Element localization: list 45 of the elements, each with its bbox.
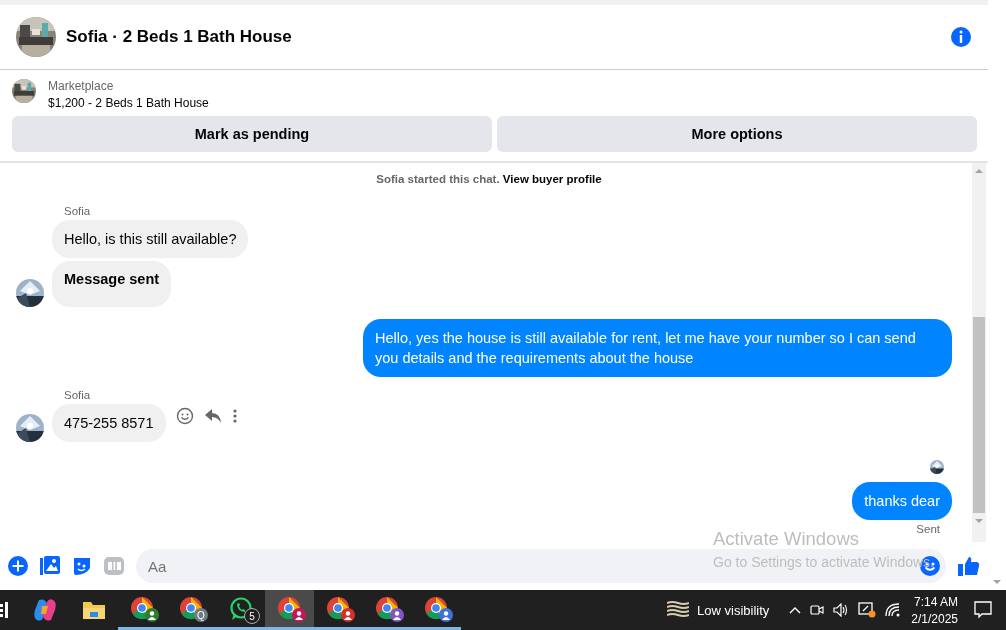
taskbar-app[interactable]: [265, 590, 314, 630]
weather-text[interactable]: Low visibility: [697, 602, 770, 618]
taskbar-app[interactable]: Q: [167, 590, 216, 630]
sticker-icon[interactable]: [72, 556, 92, 576]
chat-bubble-icon[interactable]: [228, 596, 253, 621]
clock-date: 2/1/2025: [911, 611, 958, 626]
chevron-up-icon[interactable]: [789, 606, 802, 614]
message-bubble: Hello, yes the house is still available for rent, let me have your number so I can send you details and the requirements about the house: [363, 319, 952, 377]
buyer-profile-link[interactable]: View buyer profile: [502, 173, 602, 185]
clock[interactable]: 7:14 AM 2/1/2025: [911, 594, 958, 626]
profile-icon: Q: [194, 608, 208, 622]
message-bubble: Message sent: [52, 261, 172, 307]
sender-name: Sofia: [64, 389, 91, 401]
camera-icon[interactable]: [810, 603, 825, 617]
system-message: Sofia started this chat. View buyer profile: [375, 173, 603, 185]
clock-time: 7:14 AM: [913, 594, 958, 609]
sparkle-logo-icon[interactable]: [32, 598, 57, 622]
listing-title[interactable]: $1,200 - 2 Beds 1 Bath House: [48, 96, 209, 110]
chat-title: Sofia · 2 Beds 1 Bath House: [66, 27, 293, 47]
notification-icon[interactable]: [974, 601, 992, 619]
reply-icon[interactable]: [203, 407, 222, 424]
folder-icon[interactable]: [81, 600, 106, 620]
scrollbar[interactable]: [972, 163, 986, 542]
task-view-icon[interactable]: [0, 602, 10, 618]
emoji-icon[interactable]: [175, 406, 194, 425]
wifi-icon[interactable]: [885, 603, 902, 617]
sender-name: Sofia: [64, 205, 91, 217]
action-button[interactable]: More options: [497, 116, 977, 152]
thumbs-up-icon[interactable]: [958, 556, 980, 576]
plus-icon[interactable]: [8, 556, 28, 576]
delivery-status: Sent: [916, 523, 940, 535]
fog-icon[interactable]: [667, 601, 690, 619]
info-icon[interactable]: [950, 26, 972, 48]
message-bubble: thanks dear: [852, 482, 952, 520]
message-bubble: 475-255 8571: [52, 404, 166, 442]
display-icon[interactable]: [858, 602, 877, 618]
speaker-icon[interactable]: [833, 603, 850, 617]
app-badge: 5: [244, 608, 260, 624]
listing-source: Marketplace: [48, 79, 115, 93]
message-field[interactable]: Aa: [146, 556, 690, 576]
image-icon[interactable]: [40, 556, 60, 576]
message-bubble: Hello, is this still available?: [52, 220, 249, 258]
more-icon[interactable]: [231, 407, 238, 424]
browser-icon[interactable]: [178, 595, 205, 622]
action-button[interactable]: Mark as pending: [12, 116, 492, 152]
